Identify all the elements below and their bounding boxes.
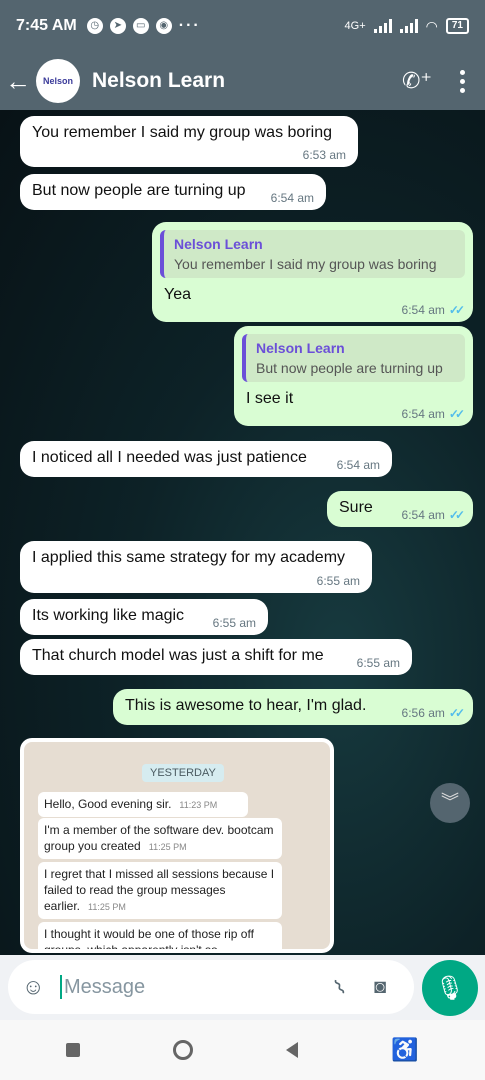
message-time: 6:54 am (270, 191, 314, 205)
screenshot-image[interactable]: YESTERDAY Hello, Good evening sir. 11:23 … (24, 742, 330, 949)
read-receipt-icon: ✓✓ (448, 407, 465, 421)
quoted-text: But now people are turning up (256, 360, 443, 376)
status-time: 7:45 AM (16, 17, 77, 34)
message-text: But now people are turning up (32, 182, 246, 199)
message-text: I see it (246, 390, 294, 407)
message-input-container[interactable]: ☺ ⌇ ◙ (8, 960, 414, 1014)
signal-icon-2 (399, 19, 418, 33)
message-text: I applied this same strategy for my acad… (32, 549, 346, 566)
home-icon[interactable] (173, 1040, 194, 1060)
message-text: Its working like magic (32, 607, 185, 624)
message-outgoing[interactable]: Sure 6:54 am ✓✓ (327, 491, 473, 527)
text-cursor (60, 975, 62, 999)
kebab-icon[interactable] (460, 69, 465, 93)
telegram-icon: ➤ (109, 18, 126, 34)
message-outgoing-reply[interactable]: Nelson Learn You remember I said my grou… (152, 222, 473, 322)
quoted-sender: Nelson Learn (256, 340, 345, 356)
message-time: 6:55 am (316, 574, 360, 588)
add-call-icon[interactable]: ✆⁺ (402, 68, 432, 94)
camera-icon[interactable]: ◙ (360, 976, 400, 999)
image-message[interactable]: YESTERDAY Hello, Good evening sir. 11:23 … (20, 738, 334, 953)
avatar[interactable]: Nelson (36, 59, 80, 103)
message-time: 6:54 am (401, 508, 445, 522)
message-list[interactable]: You remember I said my group was boring … (0, 110, 485, 955)
message-time: 6:54 am (336, 458, 380, 472)
image-chat-text: Hello, Good evening sir. (44, 797, 172, 811)
message-incoming[interactable]: I noticed all I needed was just patience… (20, 441, 392, 477)
message-time: 6:53 am (302, 148, 346, 162)
message-incoming[interactable]: Its working like magic 6:55 am (20, 599, 268, 635)
message-text: You remember I said my group was boring (32, 124, 332, 141)
alarm-icon: ◷ (86, 18, 103, 34)
read-receipt-icon: ✓✓ (448, 706, 465, 720)
status-bar: 7:45 AM ◷ ➤ ▭ ◉ ··· 4G+ ◠ 71 (0, 0, 485, 52)
signal-icon (373, 19, 392, 33)
mic-icon: 🎙 (434, 974, 466, 1002)
discord-icon: ◉ (155, 18, 172, 34)
quoted-text: You remember I said my group was boring (174, 256, 437, 272)
message-incoming[interactable]: I applied this same strategy for my acad… (20, 541, 372, 593)
message-incoming[interactable]: You remember I said my group was boring … (20, 116, 358, 167)
system-nav-bar: ♿ (0, 1020, 485, 1080)
read-receipt-icon: ✓✓ (448, 508, 465, 522)
message-outgoing[interactable]: This is awesome to hear, I'm glad. 6:56 … (113, 689, 473, 725)
quoted-message[interactable]: Nelson Learn You remember I said my grou… (160, 230, 465, 278)
messages-icon: ▭ (132, 18, 149, 34)
quoted-sender: Nelson Learn (174, 236, 263, 252)
message-outgoing-reply[interactable]: Nelson Learn But now people are turning … (234, 326, 473, 426)
message-incoming[interactable]: That church model was just a shift for m… (20, 639, 412, 675)
message-text: Yea (164, 286, 191, 303)
image-chat-text: I regret that I missed all sessions beca… (44, 867, 275, 913)
chevron-double-down-icon: ︾ (441, 792, 459, 812)
accessibility-icon[interactable]: ♿ (391, 1037, 418, 1063)
date-divider: YESTERDAY (142, 764, 224, 782)
image-chat-bubble: I thought it would be one of those rip o… (38, 922, 282, 949)
battery-icon: 71 (445, 18, 469, 34)
image-chat-text: I thought it would be one of those rip o… (44, 927, 254, 949)
message-time: 6:54 am (401, 407, 445, 421)
message-time: 6:54 am (401, 303, 445, 317)
message-text: Sure (339, 499, 373, 516)
quoted-message[interactable]: Nelson Learn But now people are turning … (242, 334, 465, 382)
back-icon[interactable] (286, 1042, 299, 1058)
more-notifications-icon: ··· (178, 17, 201, 34)
mic-button[interactable]: 🎙 (422, 960, 478, 1016)
chat-header: ← Nelson Nelson Learn ✆⁺ (0, 52, 485, 110)
message-input[interactable] (64, 975, 304, 999)
wifi-icon: ◠ (425, 17, 438, 34)
chat-title[interactable]: Nelson Learn (92, 69, 225, 93)
network-type: 4G+ (344, 20, 366, 32)
message-text: I noticed all I needed was just patience (32, 449, 307, 466)
recents-icon[interactable] (66, 1043, 81, 1057)
emoji-icon[interactable]: ☺ (22, 974, 54, 1000)
read-receipt-icon: ✓✓ (448, 303, 465, 317)
arrow-left-icon[interactable]: ← (0, 52, 36, 110)
image-chat-time: 11:25 PM (88, 902, 126, 912)
message-text: This is awesome to hear, I'm glad. (125, 697, 367, 714)
message-time: 6:55 am (212, 616, 256, 630)
image-chat-bubble: Hello, Good evening sir. 11:23 PM (38, 792, 248, 817)
scroll-to-bottom-button[interactable]: ︾ (430, 783, 470, 823)
message-incoming[interactable]: But now people are turning up 6:54 am (20, 174, 326, 210)
message-time: 6:55 am (356, 656, 400, 670)
message-time: 6:56 am (401, 706, 445, 720)
image-chat-bubble: I'm a member of the software dev. bootca… (38, 818, 282, 859)
image-chat-bubble: I regret that I missed all sessions beca… (38, 862, 282, 919)
image-chat-time: 11:23 PM (179, 800, 218, 810)
paperclip-icon[interactable]: ⌇ (316, 966, 363, 1008)
composer-bar: ☺ ⌇ ◙ 🎙 (0, 955, 485, 1020)
message-text: That church model was just a shift for m… (32, 647, 324, 664)
image-chat-time: 11:25 PM (148, 842, 187, 852)
